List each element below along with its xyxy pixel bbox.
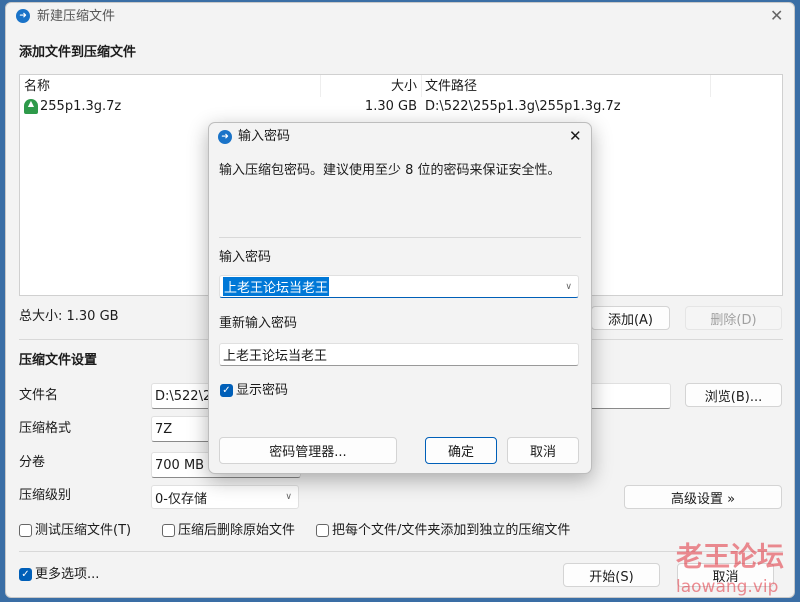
password-combo[interactable]: 上老王论坛当老王 ∨ (219, 275, 579, 298)
add-button[interactable]: 添加(A) (591, 306, 670, 330)
file-name: 255p1.3g.7z (40, 99, 122, 114)
password-value: 上老王论坛当老王 (223, 277, 330, 296)
table-row[interactable]: ▲ 255p1.3g.7z 1.30 GB D:\522\255p1.3g\25… (20, 97, 782, 117)
section-add-title: 添加文件到压缩文件 (19, 45, 137, 60)
password-dialog: ➜ 输入密码 ✕ 输入压缩包密码。建议使用至少 8 位的密码来保证安全性。 输入… (208, 122, 592, 474)
show-password-label[interactable]: 显示密码 (236, 383, 288, 399)
delete-after-label[interactable]: 压缩后删除原始文件 (178, 523, 295, 539)
password-manager-button[interactable]: 密码管理器... (219, 437, 397, 464)
ok-button[interactable]: 确定 (425, 437, 497, 464)
column-path[interactable]: 文件路径 (425, 79, 477, 95)
volume-value: 700 MB ( (155, 457, 214, 473)
file-size: 1.30 GB (364, 99, 417, 114)
password-label: 输入密码 (219, 250, 272, 265)
more-options-label[interactable]: 更多选项... (35, 567, 99, 583)
chevron-down-icon[interactable]: ∨ (565, 282, 572, 292)
file-path: D:\522\255p1.3g\255p1.3g.7z (425, 99, 621, 114)
format-label: 压缩格式 (19, 421, 72, 436)
close-icon[interactable]: ✕ (770, 8, 783, 24)
confirm-label: 重新输入密码 (219, 316, 298, 331)
separate-archives-label[interactable]: 把每个文件/文件夹添加到独立的压缩文件 (332, 523, 570, 539)
dialog-close-icon[interactable]: ✕ (569, 128, 582, 144)
app-logo-icon: ➜ (16, 9, 30, 23)
dialog-message: 输入压缩包密码。建议使用至少 8 位的密码来保证安全性。 (219, 163, 561, 178)
total-size: 总大小: 1.30 GB (19, 309, 119, 324)
level-label: 压缩级别 (19, 488, 72, 503)
show-password-checkbox[interactable]: ✓ (220, 384, 233, 397)
test-archive-checkbox[interactable] (19, 524, 32, 537)
confirm-value: 上老王论坛当老王 (223, 349, 328, 364)
filename-label: 文件名 (19, 388, 59, 403)
section-settings-title: 压缩文件设置 (19, 353, 98, 368)
volume-label: 分卷 (19, 455, 46, 470)
watermark-logo: 老王论坛 (676, 542, 784, 573)
confirm-password-input[interactable]: 上老王论坛当老王 (219, 343, 579, 366)
watermark-url: laowang.vip (676, 577, 779, 597)
level-select[interactable]: 0-仅存储 ∨ (151, 485, 299, 509)
advanced-settings-button[interactable]: 高级设置 » (624, 485, 782, 509)
dialog-title: 输入密码 (238, 129, 291, 144)
more-options-checkbox[interactable]: ✓ (19, 568, 32, 581)
window-title: 新建压缩文件 (37, 9, 116, 24)
column-size[interactable]: 大小 (320, 79, 417, 95)
separate-archives-checkbox[interactable] (316, 524, 329, 537)
start-button[interactable]: 开始(S) (563, 563, 660, 587)
column-name[interactable]: 名称 (24, 79, 50, 95)
app-logo-icon: ➜ (218, 130, 232, 144)
level-value: 0-仅存储 (155, 491, 207, 507)
archive-file-icon: ▲ (24, 99, 38, 114)
delete-button[interactable]: 删除(D) (685, 306, 782, 330)
format-value: 7Z (155, 421, 173, 437)
chevron-down-icon: ∨ (285, 492, 292, 502)
test-archive-label[interactable]: 测试压缩文件(T) (35, 523, 131, 539)
browse-button[interactable]: 浏览(B)... (685, 383, 782, 407)
dialog-cancel-button[interactable]: 取消 (507, 437, 579, 464)
delete-after-checkbox[interactable] (162, 524, 175, 537)
